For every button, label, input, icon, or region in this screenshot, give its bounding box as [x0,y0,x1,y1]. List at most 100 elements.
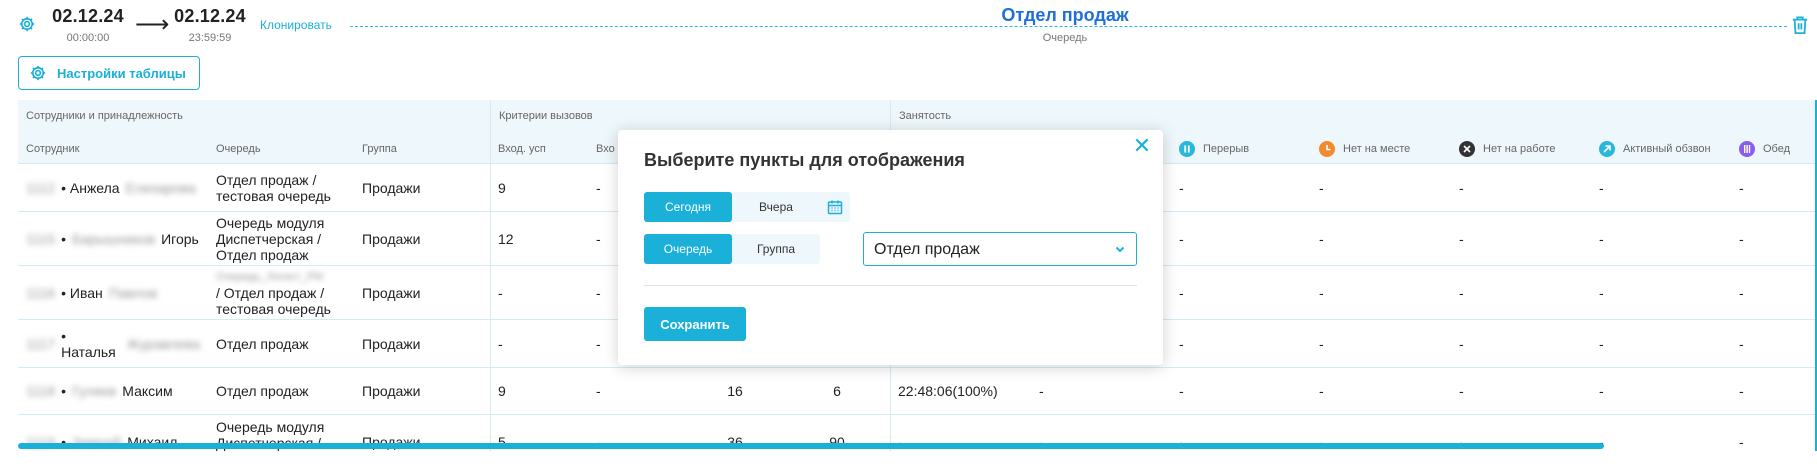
not-working-cell: - [1459,230,1464,247]
page-title-text[interactable]: Отдел продаж [995,5,1135,25]
active-call-cell: - [1599,383,1604,399]
queue-cell: Отдел продаж [216,383,309,399]
criteria-cell-3: 16 [727,383,743,399]
table-group-header: Сотрудники и принадлежность Критерии выз… [18,100,1817,134]
group-cell: Продажи [362,230,421,247]
save-button[interactable]: Сохранить [644,307,746,341]
day-option-yesterday[interactable]: Вчера [732,192,820,222]
col-queue[interactable]: Очередь [208,134,269,164]
not-working-cell: - [1459,284,1464,301]
queue-select[interactable]: Отдел продаж [863,232,1137,266]
horizontal-scrollbar[interactable] [18,443,1604,449]
queue-cell: Очередь модуля Диспетчерская / Отдел про… [216,214,325,263]
lunch-cell: - [1739,433,1744,450]
employee-cell: 1117 • Наталья Журавлева [18,320,208,367]
in-success-cell: - [498,335,503,352]
modal-title: Выберите пункты для отображения [644,150,965,170]
occupancy-cell-2: - [1039,383,1044,399]
active-call-cell: - [1599,433,1604,450]
employee-last-name: Журавлева [126,335,200,352]
col-group[interactable]: Группа [354,134,405,164]
in-success-cell: 9 [498,383,506,399]
group-cell: Продажи [362,284,421,301]
col-in-success[interactable]: Вход. усп [490,134,554,164]
employee-ext: 1117 [26,335,56,352]
type-option-group[interactable]: Группа [732,234,820,264]
employee-first-name: Максим [122,383,173,399]
table-row[interactable]: 1118 • Гуляев Максим Отдел продаж Продаж… [18,368,1817,415]
lunch-cell: - [1739,230,1744,247]
not-working-cell: - [1459,179,1464,196]
gear-icon [30,65,46,81]
in-success-cell: 12 [498,230,514,247]
employee-cell: 1112 • Анжела Елизарова [18,164,208,211]
employee-ext: 1116 [26,284,56,301]
col-active-call-label: Активный обзвон [1623,143,1711,155]
away-cell: - [1319,179,1324,196]
occupancy-cell: 22:48:06(100%) [898,383,998,399]
queue-blurred: Очередь_Логист_РМ [216,270,324,283]
table-settings-button[interactable]: Настройки таблицы [18,56,200,90]
lunch-cell: - [1739,179,1744,196]
col-lunch-label: Обед [1763,143,1791,155]
col-lunch[interactable]: Обед [1731,134,1798,164]
close-circle-icon [1459,141,1475,157]
employee-first-name: • Наталья [61,327,116,360]
employee-bullet: • [61,230,66,247]
queue-text: / Отдел продаж / тестовая очередь [216,284,331,317]
page-title: Отдел продаж [0,5,1817,26]
away-cell: - [1319,284,1324,301]
group-cell: Продажи [362,383,421,399]
employee-cell: 1116 • Иван Павлов [18,266,208,319]
col-away[interactable]: Нет на месте [1311,134,1418,164]
top-bar: 02.12.24 00:00:00 ⟶ 02.12.24 23:59:59 Кл… [0,0,1817,52]
display-items-modal: Выберите пункты для отображения ✕ Сегодн… [618,130,1163,365]
day-switch: Сегодня Вчера [644,192,850,222]
lunch-cell: - [1739,335,1744,352]
lunch-cell: - [1739,383,1744,399]
group-cell: Продажи [362,179,421,196]
active-call-cell: - [1599,284,1604,301]
dashed-divider [350,26,1787,27]
pause-icon [1179,141,1195,157]
type-switch: Очередь Группа [644,234,820,264]
employee-first-name-text: Иван [69,284,103,301]
trash-icon[interactable] [1791,15,1809,35]
employee-ext: 1118 [26,383,56,399]
employee-last-name: Павлов [108,284,158,301]
not-working-cell: - [1459,383,1464,399]
in-success-cell: - [498,284,503,301]
col-break[interactable]: Перерыв [1171,134,1257,164]
employee-last-name: Гуляев [71,383,117,399]
break-cell: - [1179,230,1184,247]
break-cell: - [1179,179,1184,196]
utensils-icon [1739,141,1755,157]
type-option-queue[interactable]: Очередь [644,234,732,264]
not-working-cell: - [1459,335,1464,352]
active-call-cell: - [1599,335,1604,352]
queue-cell: Отдел продаж [216,335,309,352]
employee-last-name: Барышников [71,230,156,247]
employee-first-name: • Иван [61,284,103,301]
col-not-working[interactable]: Нет на работе [1451,134,1563,164]
col-active-call[interactable]: Активный обзвон [1591,134,1719,164]
col-not-working-label: Нет на работе [1483,143,1556,155]
close-icon[interactable]: ✕ [1130,134,1154,158]
employee-cell: 1118 • Гуляев Максим [18,368,208,414]
in-partial-cell: - [596,383,601,399]
away-cell: - [1319,230,1324,247]
calendar-icon[interactable] [820,192,850,222]
day-option-today[interactable]: Сегодня [644,192,732,222]
employee-ext: 1112 [26,179,56,196]
employee-last-name: Елизарова [125,179,196,196]
lunch-cell: - [1739,284,1744,301]
table-settings-label: Настройки таблицы [57,65,186,81]
chevron-down-icon [1115,246,1125,253]
employee-cell: 1115 • Барышников Игорь [18,212,208,265]
employee-first-name-text: Анжела [69,179,120,196]
employee-first-name: • Анжела [61,179,120,196]
employee-ext: 1115 [26,230,56,247]
col-employee[interactable]: Сотрудник [18,134,87,164]
active-call-cell: - [1599,230,1604,247]
group-cell: Продажи [362,335,421,352]
